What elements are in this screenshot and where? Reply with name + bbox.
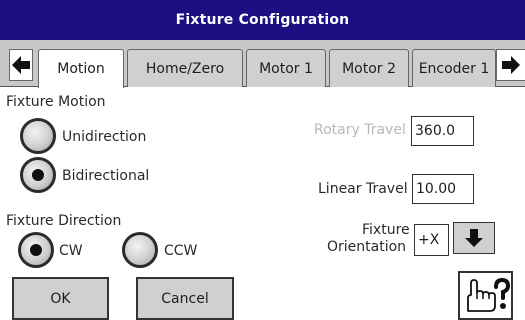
linear-travel-field[interactable]: 10.00: [412, 174, 474, 204]
ok-button-label: OK: [50, 290, 71, 307]
radio-unidirection[interactable]: [20, 118, 56, 154]
arrow-right-icon: [502, 56, 520, 74]
radio-cw-label: CW: [59, 243, 83, 259]
fixture-orientation-label-line1: Fixture: [362, 222, 410, 238]
fixture-orientation-label-line2: Orientation: [327, 239, 407, 255]
tab-scroll-left-button[interactable]: [9, 49, 33, 81]
hand-pointer-question-icon: [466, 277, 510, 312]
radio-unidirection-label: Unidirection: [62, 129, 147, 145]
cancel-button[interactable]: Cancel: [136, 277, 234, 320]
tab-label: Motor 1: [259, 60, 313, 77]
tab-scroll-right-button[interactable]: [496, 49, 525, 81]
tab-label: Motion: [57, 61, 105, 77]
arrow-left-icon: [12, 56, 30, 74]
tab-motor-1[interactable]: Motor 1: [246, 49, 326, 87]
window-titlebar: Fixture Configuration: [0, 0, 525, 40]
fixture-direction-heading: Fixture Direction: [6, 213, 122, 229]
tab-encoder-1[interactable]: Encoder 1: [412, 49, 496, 87]
radio-selected-dot: [32, 169, 44, 181]
help-button[interactable]: [458, 271, 513, 320]
ok-button[interactable]: OK: [12, 277, 109, 320]
arrow-down-icon: [465, 229, 483, 247]
cancel-button-label: Cancel: [161, 290, 209, 307]
rotary-travel-field[interactable]: 360.0: [411, 116, 474, 146]
window-title: Fixture Configuration: [175, 12, 350, 28]
orientation-field[interactable]: +X: [414, 224, 449, 256]
radio-cw[interactable]: [18, 232, 54, 268]
tab-label: Home/Zero: [145, 60, 225, 77]
tab-motion[interactable]: Motion: [38, 49, 124, 88]
radio-bidirectional[interactable]: [20, 157, 56, 193]
tab-motor-2[interactable]: Motor 2: [329, 49, 409, 87]
tab-label: Encoder 1: [418, 60, 490, 77]
radio-selected-dot: [30, 244, 42, 256]
fixture-motion-heading: Fixture Motion: [6, 94, 106, 110]
linear-travel-label: Linear Travel: [318, 181, 408, 197]
radio-ccw-label: CCW: [164, 243, 198, 259]
radio-ccw[interactable]: [122, 232, 158, 268]
tab-label: Motor 2: [342, 60, 396, 77]
rotary-travel-label: Rotary Travel: [314, 122, 406, 138]
tab-home-zero[interactable]: Home/Zero: [127, 49, 243, 87]
orientation-dropdown-button[interactable]: [453, 222, 495, 254]
radio-bidirectional-label: Bidirectional: [62, 168, 150, 184]
